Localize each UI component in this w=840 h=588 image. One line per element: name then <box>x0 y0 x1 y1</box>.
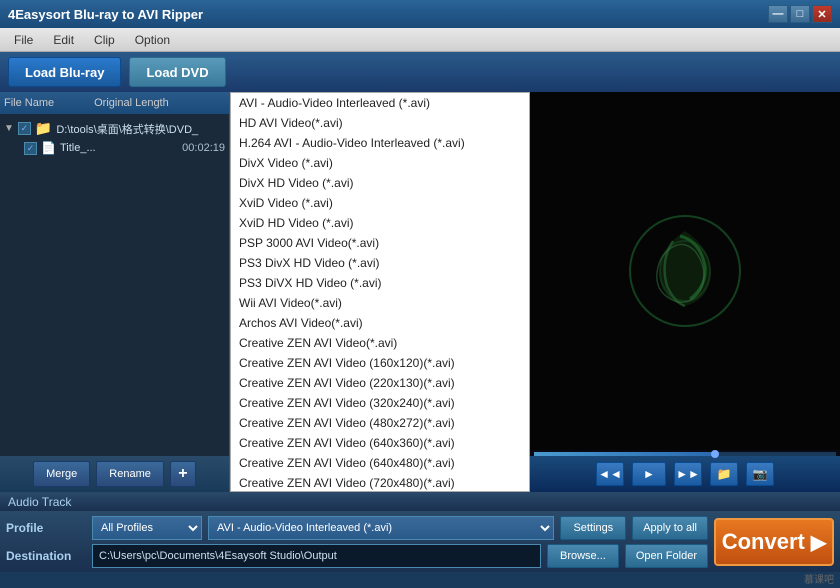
profile-select[interactable]: All Profiles <box>92 516 202 540</box>
dropdown-item[interactable]: Wii AVI Video(*.avi) <box>231 293 529 313</box>
apply-all-button[interactable]: Apply to all <box>632 516 708 540</box>
folder-label: D:\tools\桌面\格式转换\DVD_ <box>56 121 225 137</box>
browse-button[interactable]: Browse... <box>547 544 619 568</box>
menu-file[interactable]: File <box>4 31 43 49</box>
load-bluray-button[interactable]: Load Blu-ray <box>8 57 121 87</box>
add-button[interactable]: + <box>170 461 196 487</box>
file-tree: ▼ ✓ 📁 D:\tools\桌面\格式转换\DVD_ ✓ 📄 Title_..… <box>0 114 229 456</box>
video-controls: ◄◄ ► ►► 📁 📷 <box>530 456 840 492</box>
convert-section: Convert ▶ <box>714 516 834 568</box>
file-checkbox[interactable]: ✓ <box>24 142 37 155</box>
destination-label: Destination <box>6 549 86 563</box>
dropdown-item[interactable]: Creative ZEN AVI Video (720x480)(*.avi) <box>231 473 529 492</box>
destination-input[interactable] <box>92 544 541 568</box>
menu-option[interactable]: Option <box>125 31 180 49</box>
tree-file-row[interactable]: ✓ 📄 Title_... 00:02:19 <box>4 139 225 157</box>
main-content: File Name Original Length ▼ ✓ 📁 D:\tools… <box>0 92 840 492</box>
col-filename: File Name <box>4 97 54 109</box>
app-title: 4Easysort Blu-ray to AVI Ripper <box>8 7 768 22</box>
audio-track-label: Audio Track <box>8 495 71 509</box>
menu-bar: File Edit Clip Option <box>0 28 840 52</box>
open-folder-button[interactable]: Open Folder <box>625 544 708 568</box>
dropdown-item[interactable]: PS3 DiVX HD Video (*.avi) <box>231 273 529 293</box>
dropdown-item[interactable]: Creative ZEN AVI Video (320x240)(*.avi) <box>231 393 529 413</box>
open-file-button[interactable]: 📁 <box>710 462 738 486</box>
play-button[interactable]: ► <box>632 462 666 486</box>
convert-button[interactable]: Convert ▶ <box>714 518 834 566</box>
profile-label: Profile <box>6 521 86 535</box>
destination-row: Destination Browse... Open Folder <box>6 544 708 568</box>
dropdown-item[interactable]: PS3 DivX HD Video (*.avi) <box>231 253 529 273</box>
file-tree-header: File Name Original Length <box>0 92 229 114</box>
tree-folder-row[interactable]: ▼ ✓ 📁 D:\tools\桌面\格式转换\DVD_ <box>4 118 225 139</box>
dropdown-item[interactable]: Creative ZEN AVI Video (640x480)(*.avi) <box>231 453 529 473</box>
menu-clip[interactable]: Clip <box>84 31 125 49</box>
folder-icon: 📁 <box>35 120 52 137</box>
dropdown-item[interactable]: Creative ZEN AVI Video(*.avi) <box>231 333 529 353</box>
video-logo <box>625 211 745 331</box>
bottom-controls: Profile All Profiles AVI - Audio-Video I… <box>6 516 708 568</box>
bottom-bar: Profile All Profiles AVI - Audio-Video I… <box>0 512 840 572</box>
profile-row: Profile All Profiles AVI - Audio-Video I… <box>6 516 708 540</box>
format-dropdown-panel[interactable]: AVI - Audio-Video Interleaved (*.avi)HD … <box>230 92 530 492</box>
left-panel: File Name Original Length ▼ ✓ 📁 D:\tools… <box>0 92 230 492</box>
merge-button[interactable]: Merge <box>33 461 90 487</box>
file-duration: 00:02:19 <box>182 142 225 154</box>
menu-edit[interactable]: Edit <box>43 31 84 49</box>
dropdown-item[interactable]: XviD Video (*.avi) <box>231 193 529 213</box>
dropdown-item[interactable]: H.264 AVI - Audio-Video Interleaved (*.a… <box>231 133 529 153</box>
dropdown-item[interactable]: XviD HD Video (*.avi) <box>231 213 529 233</box>
rename-button[interactable]: Rename <box>96 461 164 487</box>
settings-button[interactable]: Settings <box>560 516 626 540</box>
convert-arrow-icon: ▶ <box>811 530 826 555</box>
toolbar: Load Blu-ray Load DVD <box>0 52 840 92</box>
dropdown-item[interactable]: DivX HD Video (*.avi) <box>231 173 529 193</box>
file-label: Title_... <box>60 142 178 154</box>
close-button[interactable]: ✕ <box>812 5 832 23</box>
dropdown-item[interactable]: Creative ZEN AVI Video (160x120)(*.avi) <box>231 353 529 373</box>
snapshot-button[interactable]: 📷 <box>746 462 774 486</box>
dropdown-item[interactable]: AVI - Audio-Video Interleaved (*.avi) <box>231 93 529 113</box>
video-preview <box>530 92 840 450</box>
title-bar: 4Easysort Blu-ray to AVI Ripper — □ ✕ <box>0 0 840 28</box>
window-controls: — □ ✕ <box>768 5 832 23</box>
watermark: 慕课吧 <box>804 571 834 586</box>
file-icon: 📄 <box>41 141 56 155</box>
rewind-button[interactable]: ◄◄ <box>596 462 624 486</box>
col-length: Original Length <box>94 97 169 109</box>
forward-button[interactable]: ►► <box>674 462 702 486</box>
progress-fill <box>534 452 715 456</box>
dropdown-item[interactable]: Archos AVI Video(*.avi) <box>231 313 529 333</box>
file-action-buttons: Merge Rename + <box>0 456 229 492</box>
format-select[interactable]: AVI - Audio-Video Interleaved (*.avi) <box>208 516 554 540</box>
dropdown-item[interactable]: Creative ZEN AVI Video (480x272)(*.avi) <box>231 413 529 433</box>
right-panel: ◄◄ ► ►► 📁 📷 <box>530 92 840 492</box>
dropdown-item[interactable]: HD AVI Video(*.avi) <box>231 113 529 133</box>
minimize-button[interactable]: — <box>768 5 788 23</box>
dropdown-item[interactable]: DivX Video (*.avi) <box>231 153 529 173</box>
maximize-button[interactable]: □ <box>790 5 810 23</box>
folder-checkbox[interactable]: ✓ <box>18 122 31 135</box>
dropdown-item[interactable]: Creative ZEN AVI Video (640x360)(*.avi) <box>231 433 529 453</box>
seek-bar[interactable] <box>530 450 840 456</box>
audio-track-row: Audio Track <box>0 492 840 512</box>
load-dvd-button[interactable]: Load DVD <box>129 57 225 87</box>
dropdown-item[interactable]: Creative ZEN AVI Video (220x130)(*.avi) <box>231 373 529 393</box>
dropdown-item[interactable]: PSP 3000 AVI Video(*.avi) <box>231 233 529 253</box>
expand-icon: ▼ <box>4 123 14 134</box>
